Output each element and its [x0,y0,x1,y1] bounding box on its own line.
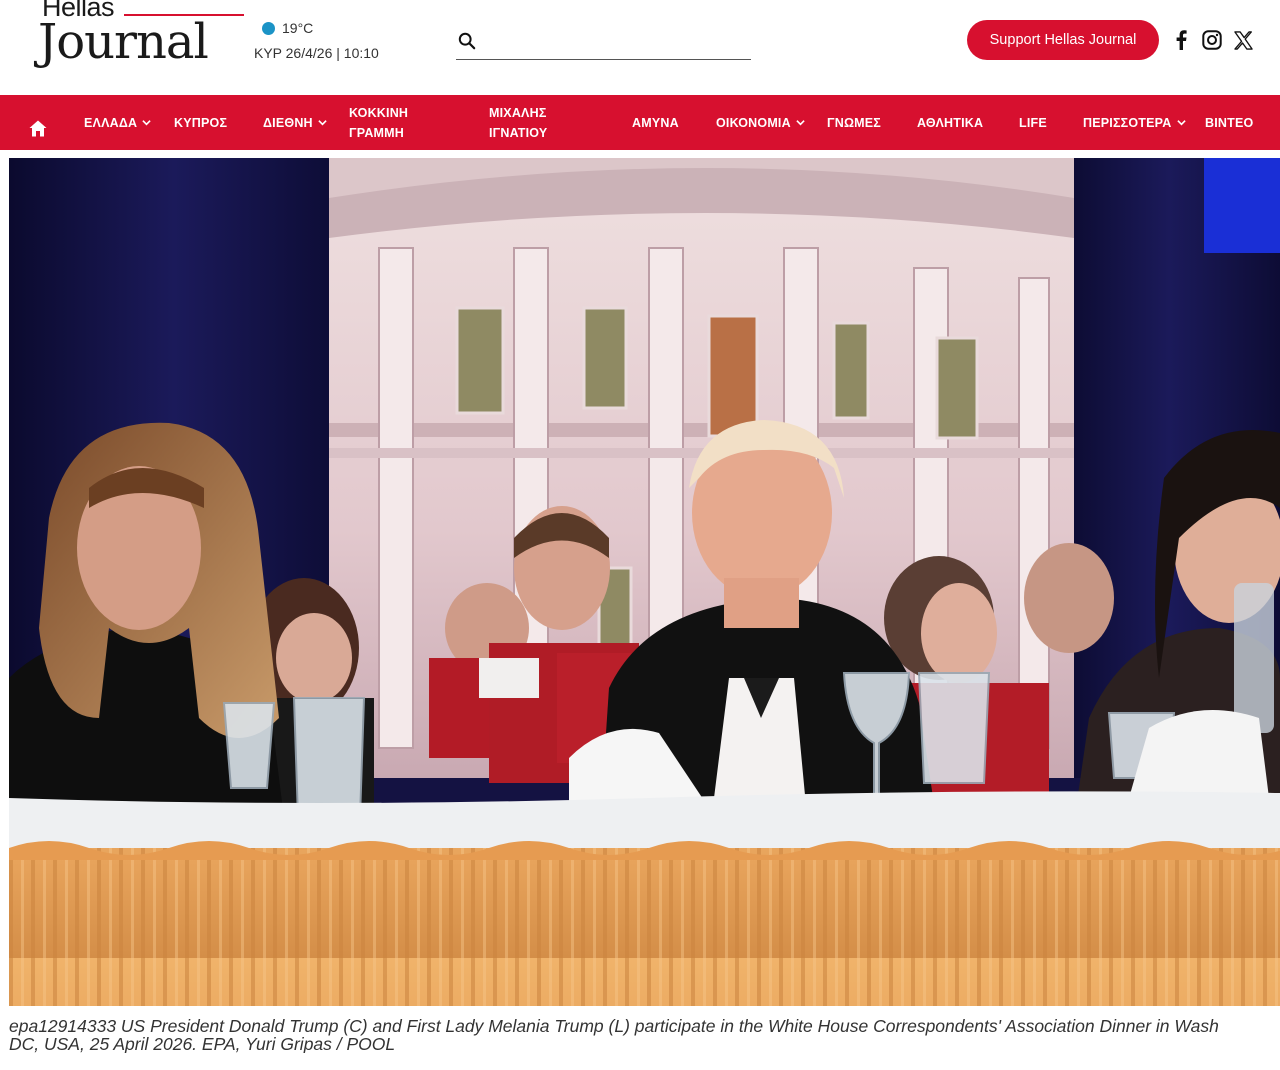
nav-item-mixalis-ignatiou[interactable]: ΜΙΧΑΛΗΣ ΙΓΝΑΤΙΟΥ [489,95,569,150]
nav-item-label: ΔΙΕΘΝΗ [263,115,313,130]
nav-item-label: ΜΙΧΑΛΗΣ ΙΓΝΑΤΙΟΥ [489,105,548,140]
weather-icon [262,21,275,35]
x-icon[interactable] [1232,28,1254,52]
nav-item-label: ΟΙΚΟΝΟΜΙΑ [716,115,791,130]
search-icon[interactable] [458,32,476,50]
nav-item-label: ΕΛΛΑΔΑ [84,115,138,130]
nav-item-label: ΓΝΩΜΕΣ [827,115,882,130]
article-photo-illustration [9,158,1280,1006]
nav-item-oikonomia[interactable]: ΟΙΚΟΝΟΜΙΑ [716,95,805,150]
main-nav: ΕΛΛΑΔΑ ΚΥΠΡΟΣ ΔΙΕΘΝΗ ΚΟΚΚΙΝΗ ΓΡΑΜΜΗ ΜΙΧΑ… [0,95,1280,150]
site-logo[interactable]: Hellas Journal [38,0,244,72]
chevron-down-icon [796,120,805,126]
nav-item-label: ΠΕΡΙΣΣΟΤΕΡΑ [1083,115,1172,130]
nav-item-kokkini-grammi[interactable]: ΚΟΚΚΙΝΗ ΓΡΑΜΜΗ [349,95,429,150]
caption-line-1: epa12914333 US President Donald Trump (C… [9,1017,1219,1036]
date-time: ΚΥΡ 26/4/26 | 10:10 [254,45,379,61]
nav-item-label: ΑΘΛΗΤΙΚΑ [917,115,984,130]
nav-item-diethni[interactable]: ΔΙΕΘΝΗ [263,95,327,150]
nav-item-gnomes[interactable]: ΓΝΩΜΕΣ [827,95,881,150]
support-button[interactable]: Support Hellas Journal [967,20,1159,60]
nav-item-label: LIFE [1019,115,1047,130]
nav-item-kypros[interactable]: ΚΥΠΡΟΣ [174,95,227,150]
nav-item-amyna[interactable]: ΑΜΥΝΑ [632,95,679,150]
nav-item-vinteo[interactable]: ΒΙΝΤΕΟ [1205,95,1253,150]
nav-item-label: ΒΙΝΤΕΟ [1205,115,1254,130]
search-bar [456,28,751,60]
chevron-down-icon [318,120,327,126]
logo-main-text: Journal [38,14,209,70]
weather-widget: 19°C ΚΥΡ 26/4/26 | 10:10 [254,20,404,61]
chevron-down-icon [142,120,151,126]
search-input[interactable] [484,30,746,56]
chevron-down-icon [1176,120,1186,126]
nav-item-label: ΚΥΠΡΟΣ [174,115,228,130]
facebook-icon[interactable] [1172,28,1190,52]
home-icon [29,120,47,137]
article-photo[interactable] [9,158,1280,1006]
nav-item-athlitika[interactable]: ΑΘΛΗΤΙΚΑ [917,95,983,150]
site-header: Hellas Journal 19°C ΚΥΡ 26/4/26 | 10:10 … [0,0,1280,94]
photo-caption: epa12914333 US President Donald Trump (C… [9,1017,1280,1053]
instagram-icon[interactable] [1201,28,1223,52]
weather-temperature: 19°C [282,20,314,36]
nav-item-label: ΑΜΥΝΑ [632,115,679,130]
nav-item-perissotera[interactable]: ΠΕΡΙΣΣΟΤΕΡΑ [1083,95,1186,150]
nav-item-label: ΚΟΚΚΙΝΗ ΓΡΑΜΜΗ [349,105,409,140]
nav-item-life[interactable]: LIFE [1019,95,1047,150]
nav-item-ellada[interactable]: ΕΛΛΑΔΑ [84,95,151,150]
caption-line-2: DC, USA, 25 April 2026. EPA, Yuri Gripas… [9,1034,396,1053]
